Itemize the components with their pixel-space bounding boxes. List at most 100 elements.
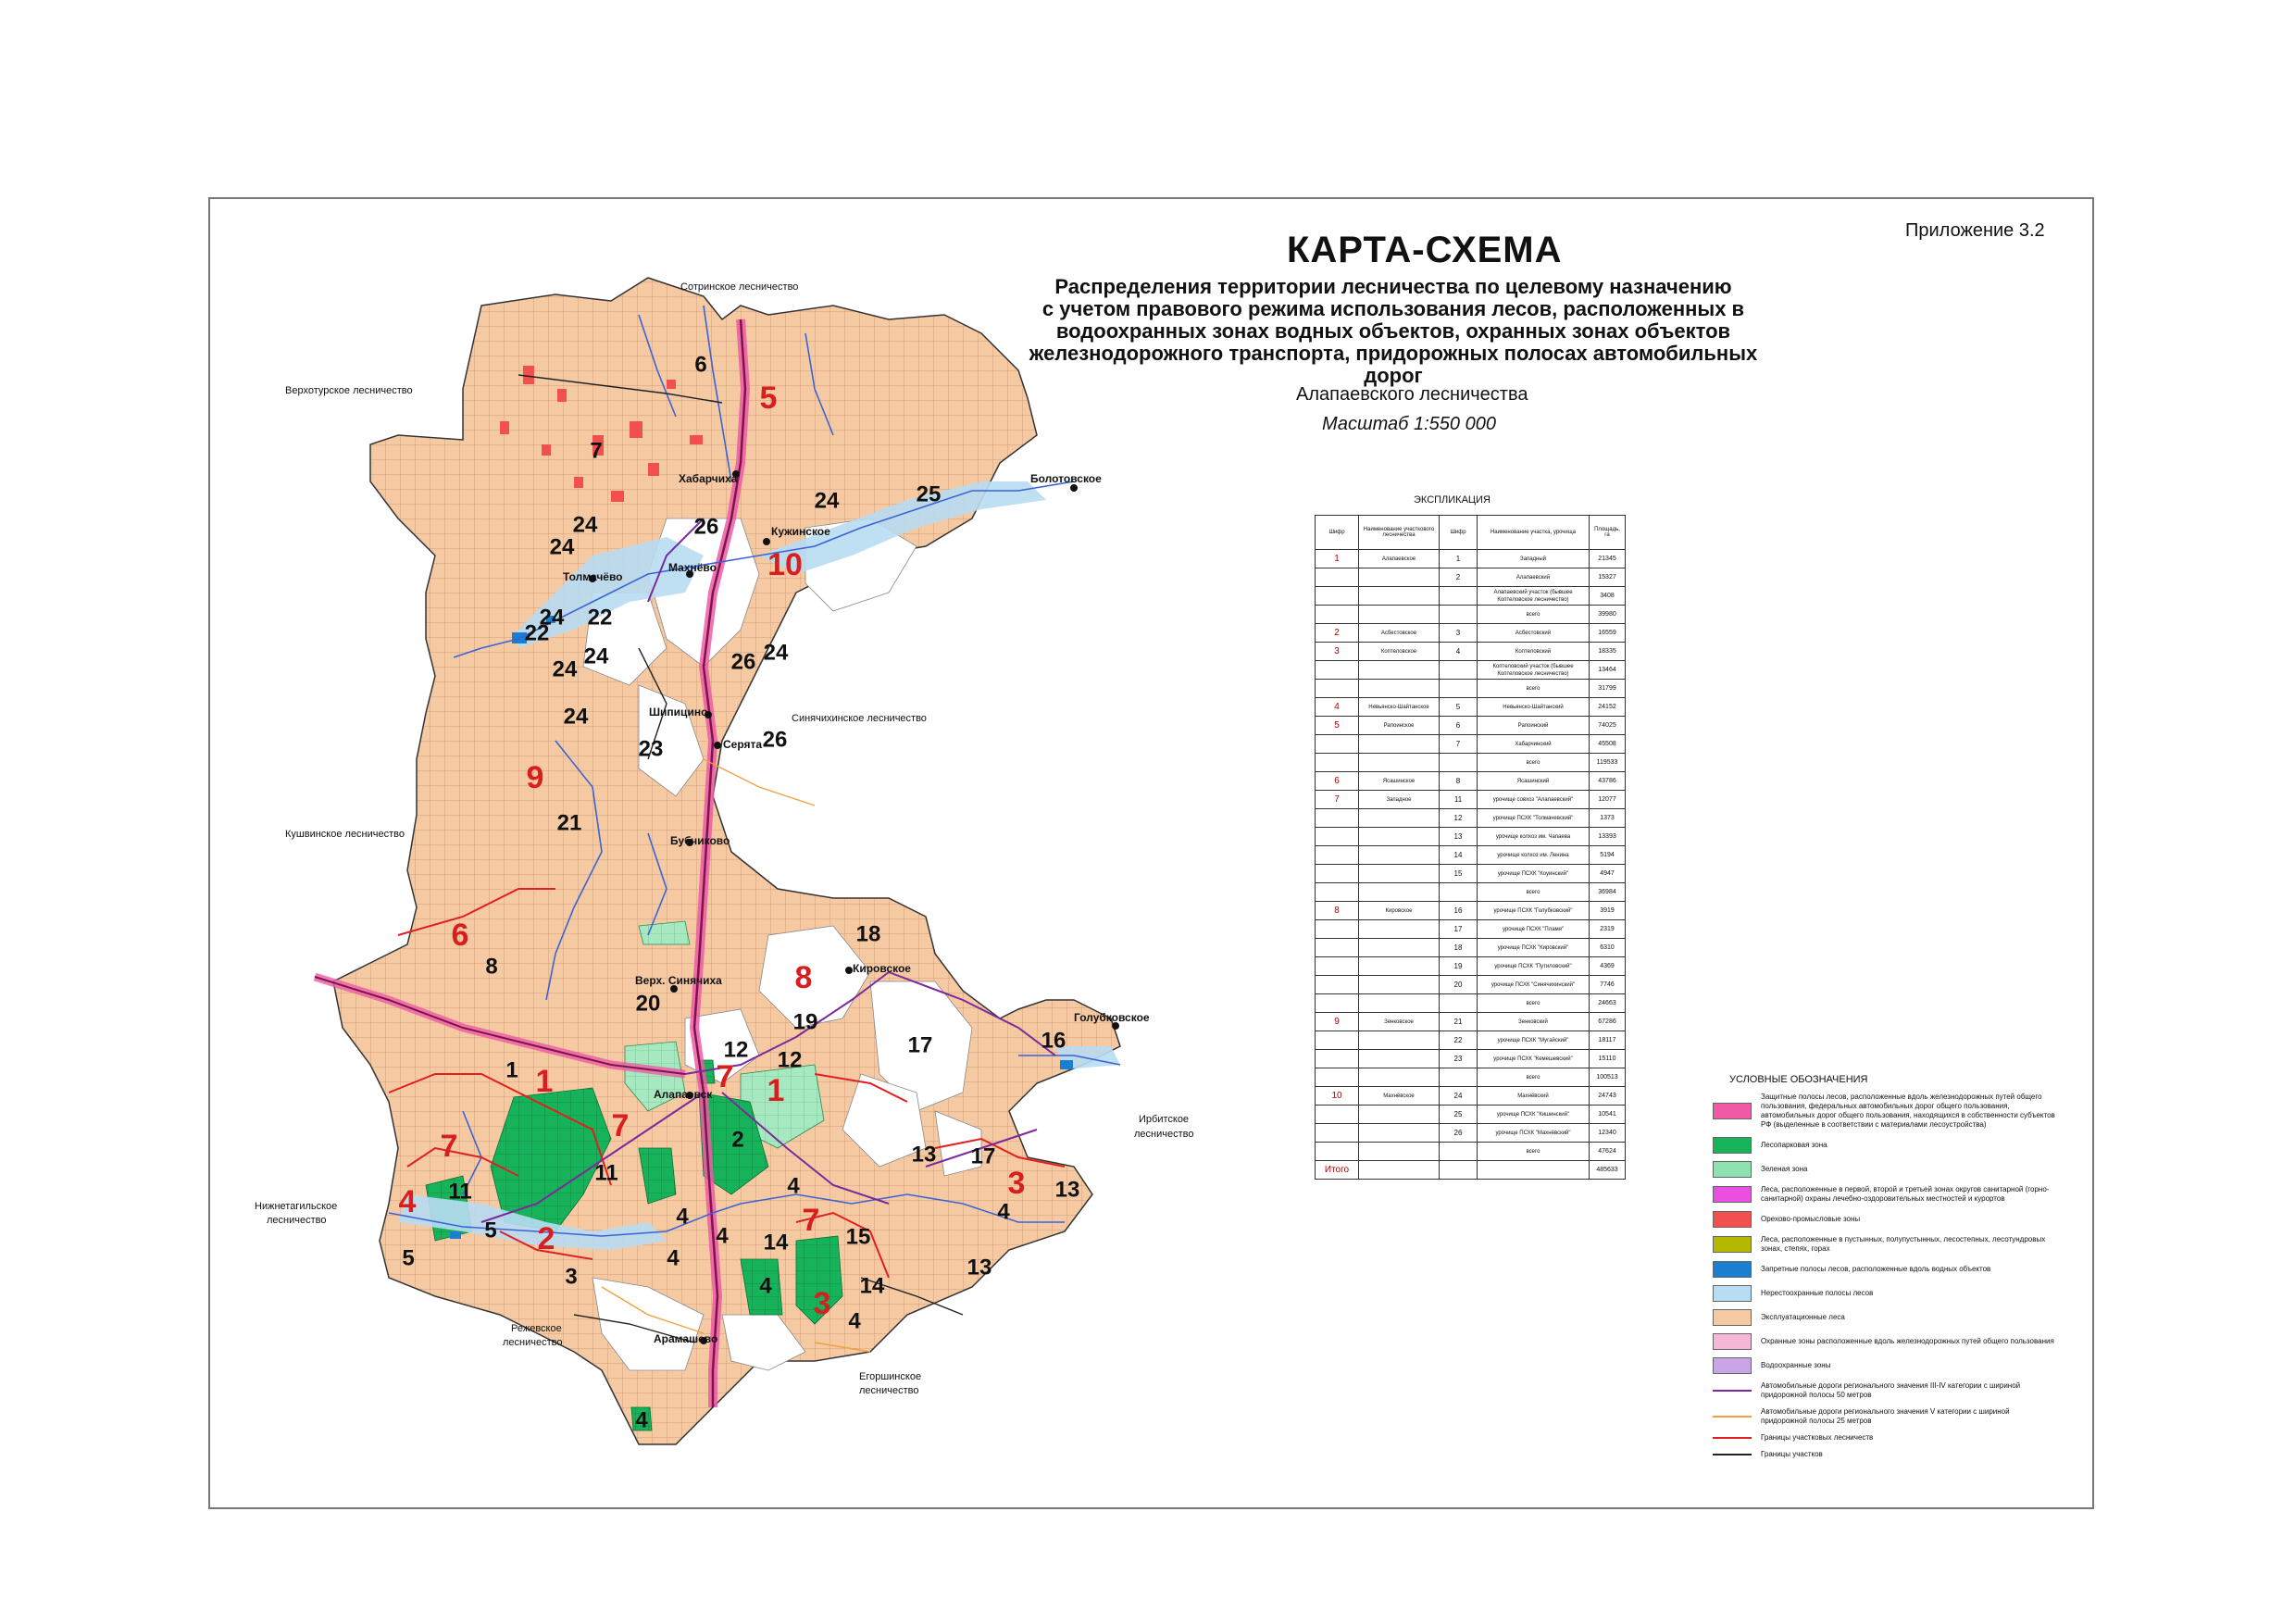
legend-label: Защитные полосы лесов, расположенные вдо…: [1761, 1093, 2055, 1129]
table-cell-pn: 12: [1439, 808, 1478, 828]
legend-label: Автомобильные дороги регионального значе…: [1761, 1407, 2010, 1425]
table-row: 18 урочище ПСХК "Кировский" 6310: [1315, 938, 1626, 957]
table-cell-name: Кировское: [1358, 901, 1440, 920]
table-cell-pname: Асбестовский: [1477, 623, 1590, 643]
legend-label: Охранные зоны расположенные вдоль железн…: [1761, 1337, 2054, 1345]
table-cell-area: 18117: [1589, 1031, 1626, 1050]
table-cell-pn: 15: [1439, 864, 1478, 883]
table-cell-pn: 23: [1439, 1049, 1478, 1068]
block-number: 24: [584, 643, 609, 668]
table-cell-area: 10541: [1589, 1105, 1626, 1124]
legend-item: Границы участков: [1713, 1450, 2055, 1459]
table-row: 17 урочище ПСХК "Пламя" 2319: [1315, 919, 1626, 939]
table-cell-no: [1315, 605, 1359, 624]
district-number: 7: [717, 1059, 734, 1094]
table-cell-area: 21345: [1589, 549, 1626, 568]
table-cell-area: 4369: [1589, 956, 1626, 976]
table-cell-pname: Западный: [1477, 549, 1590, 568]
block-number: 3: [565, 1264, 577, 1289]
table-cell-name: [1358, 938, 1440, 957]
table-cell-area: 119533: [1589, 753, 1626, 772]
legend-color-swatch: [1713, 1333, 1752, 1350]
block-number: 20: [636, 991, 661, 1016]
table-cell-pname: урочище совхоз "Алапаевский": [1477, 790, 1590, 809]
block-number: 16: [1041, 1028, 1066, 1053]
table-cell-name: [1358, 993, 1440, 1013]
block-number: 4: [676, 1204, 689, 1229]
table-cell-area: 12340: [1589, 1123, 1626, 1143]
legend-item: Границы участковых лесничеств: [1713, 1433, 2055, 1443]
table-cell-area: 18335: [1589, 642, 1626, 661]
table-cell-name: [1358, 1031, 1440, 1050]
table-row: 22 урочище ПСХК "Мугайский" 18117: [1315, 1031, 1626, 1050]
legend-label: Границы участковых лесничеств: [1761, 1433, 1874, 1442]
table-cell-area: 12077: [1589, 790, 1626, 809]
legend-label: Границы участков: [1761, 1450, 1823, 1458]
legend-item: Орехово-промысловые зоны: [1713, 1211, 2055, 1228]
table-cell-no: 4: [1315, 697, 1359, 717]
table-cell-pn: 1: [1439, 549, 1478, 568]
table-cell-name: Зенковское: [1358, 1012, 1440, 1031]
table-cell-no: [1315, 1031, 1359, 1050]
table-cell-name: [1358, 734, 1440, 754]
legend-line-symbol: [1713, 1437, 1752, 1439]
block-number: 12: [724, 1037, 749, 1062]
table-cell-no: [1315, 1123, 1359, 1143]
legend-color-swatch: [1713, 1137, 1752, 1154]
table-cell-name: [1358, 1142, 1440, 1161]
table-cell-name: [1358, 605, 1440, 624]
legend-item: Зеленая зона: [1713, 1161, 2055, 1178]
table-cell-area: 39980: [1589, 605, 1626, 624]
table-cell-pn: [1439, 586, 1478, 606]
table-cell-name: [1358, 1160, 1440, 1180]
table-cell-pname: урочище ПСХК "Мугайский": [1477, 1031, 1590, 1050]
table-cell-pname: урочище ПСХК "Синячихинский": [1477, 975, 1590, 994]
table-header-row: Шифр Наименование участкового лесничеств…: [1315, 515, 1626, 550]
block-number: 13: [967, 1255, 992, 1280]
table-cell-pname: Коптеловский участок (бывшее Коптеловско…: [1477, 660, 1590, 680]
table-cell-area: 74025: [1589, 716, 1626, 735]
block-number: 17: [908, 1032, 933, 1057]
table-cell-name: [1358, 1068, 1440, 1087]
table-cell-pn: [1439, 660, 1478, 680]
neighbor-label: Верхотурское лесничество: [285, 385, 413, 396]
table-cell-pname: Ясашинский: [1477, 771, 1590, 791]
table-cell-pname: всего: [1477, 753, 1590, 772]
block-number: 7: [590, 438, 602, 463]
table-cell-area: 5194: [1589, 845, 1626, 865]
table-cell-pn: [1439, 679, 1478, 698]
table-cell-no: 8: [1315, 901, 1359, 920]
block-number: 26: [731, 649, 756, 674]
table-cell-pn: [1439, 605, 1478, 624]
table-cell-pn: 4: [1439, 642, 1478, 661]
table-row: всего 119533: [1315, 753, 1626, 772]
table-cell-no: [1315, 993, 1359, 1013]
table-cell-name: [1358, 679, 1440, 698]
legend-color-swatch: [1713, 1236, 1752, 1253]
settlement-label: Верх. Синячиха: [635, 974, 722, 987]
table-cell-area: 67286: [1589, 1012, 1626, 1031]
table-cell-pn: 3: [1439, 623, 1478, 643]
legend-line-symbol: [1713, 1454, 1752, 1455]
table-cell-pname: урочище ПСХК "Голубковский": [1477, 901, 1590, 920]
block-number: 4: [997, 1199, 1010, 1224]
table-row: 23 урочище ПСХК "Кемешевский" 15110: [1315, 1049, 1626, 1068]
settlement-label: Бубчиково: [670, 834, 730, 847]
table-cell-pn: 18: [1439, 938, 1478, 957]
table-cell-pname: Невьянско-Шайтанский: [1477, 697, 1590, 717]
settlement-label: Болотовское: [1030, 472, 1102, 485]
legend-item: Нерестоохранные полосы лесов: [1713, 1285, 2055, 1302]
block-number: 24: [564, 704, 589, 729]
table-row: 8 Кировское 16 урочище ПСХК "Голубковский" 3…: [1315, 901, 1626, 920]
table-cell-area: 31799: [1589, 679, 1626, 698]
legend-item: Защитные полосы лесов, расположенные вдо…: [1713, 1093, 2055, 1130]
table-cell-pname: всего: [1477, 993, 1590, 1013]
block-number: 8: [485, 954, 497, 979]
legend-item: Леса, расположенные в первой, второй и т…: [1713, 1185, 2055, 1204]
table-cell-area: 45508: [1589, 734, 1626, 754]
district-number: 8: [795, 960, 813, 995]
table-cell-pname: урочище ПСХК "Кировский": [1477, 938, 1590, 957]
table-cell-no: [1315, 845, 1359, 865]
table-cell-name: [1358, 975, 1440, 994]
explication-caption: ЭКСПЛИКАЦИЯ: [1414, 494, 1491, 506]
